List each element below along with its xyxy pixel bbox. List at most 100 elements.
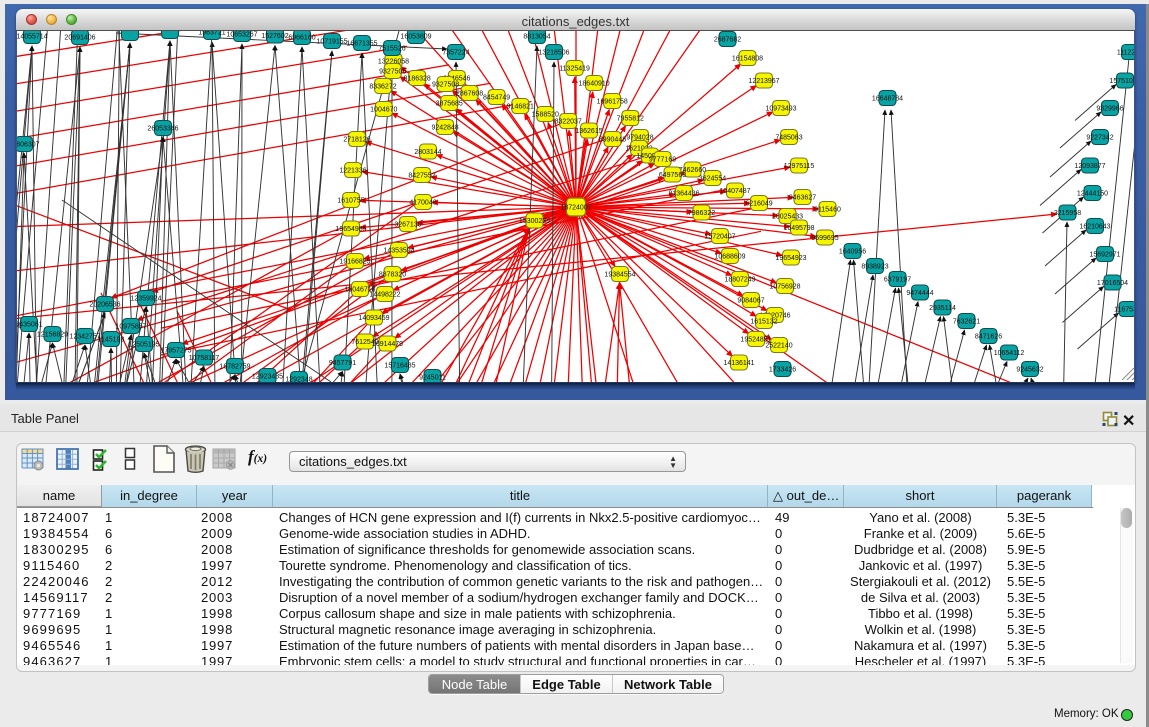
svg-text:17016504: 17016504: [1097, 280, 1128, 287]
svg-text:10719155: 10719155: [316, 38, 347, 45]
svg-text:3624554: 3624554: [699, 175, 726, 182]
svg-text:8322037: 8322037: [555, 118, 582, 125]
svg-text:2935114: 2935114: [929, 305, 956, 312]
svg-text:1145193: 1145193: [98, 336, 125, 343]
svg-text:8471626: 8471626: [975, 333, 1002, 340]
svg-text:16671355: 16671355: [346, 40, 377, 47]
svg-text:2803144: 2803144: [414, 149, 441, 156]
svg-text:6966160: 6966160: [288, 34, 315, 41]
svg-text:10756928: 10756928: [769, 283, 800, 290]
svg-text:9245632: 9245632: [1016, 366, 1043, 373]
svg-text:14498222: 14498222: [369, 291, 400, 298]
svg-text:16648784: 16648784: [872, 95, 903, 102]
svg-text:1733426: 1733426: [769, 366, 796, 373]
svg-text:16961758: 16961758: [597, 98, 628, 105]
svg-text:1292348: 1292348: [285, 376, 312, 382]
svg-text:9699695: 9699695: [811, 235, 838, 242]
svg-text:7955812: 7955812: [617, 115, 644, 122]
svg-text:9242848: 9242848: [431, 124, 458, 131]
svg-text:14353594: 14353594: [383, 247, 414, 254]
svg-text:3875685: 3875685: [436, 100, 463, 107]
svg-text:9245011: 9245011: [419, 374, 446, 381]
svg-text:12444150: 12444150: [1077, 190, 1108, 197]
svg-text:8813054: 8813054: [523, 33, 550, 40]
svg-text:10653267: 10653267: [226, 31, 257, 38]
svg-text:7485063: 7485063: [775, 134, 802, 141]
svg-text:1004670: 1004670: [370, 106, 397, 113]
svg-text:8878320: 8878320: [379, 271, 406, 278]
svg-text:14055714: 14055714: [17, 33, 48, 40]
svg-text:9327505: 9327505: [379, 68, 406, 75]
svg-text:15300235: 15300235: [519, 218, 550, 225]
svg-text:16782759: 16782759: [219, 363, 250, 370]
svg-text:12342757: 12342757: [69, 333, 100, 340]
svg-text:2687682: 2687682: [714, 36, 741, 43]
svg-text:10654112: 10654112: [994, 350, 1025, 357]
svg-text:14136141: 14136141: [723, 360, 754, 367]
svg-text:2522140: 2522140: [765, 342, 792, 349]
svg-text:10407487: 10407487: [719, 188, 750, 195]
svg-text:8186328: 8186328: [404, 75, 431, 82]
svg-text:18724007: 18724007: [560, 205, 591, 212]
svg-text:9474444: 9474444: [906, 290, 933, 297]
svg-text:20206536: 20206536: [89, 301, 120, 308]
svg-text:8938923: 8938923: [861, 263, 888, 270]
svg-text:9227342: 9227342: [1086, 134, 1113, 141]
svg-text:8427552: 8427552: [408, 172, 435, 179]
svg-text:3215958: 3215958: [1054, 210, 1081, 217]
svg-text:9777169: 9777169: [649, 156, 676, 163]
svg-text:8393061: 8393061: [17, 322, 22, 329]
svg-text:9329966: 9329966: [1096, 105, 1123, 112]
svg-text:19654985: 19654985: [335, 226, 366, 233]
svg-text:16495798: 16495798: [783, 225, 814, 232]
svg-text:12975115: 12975115: [784, 163, 815, 170]
svg-text:19654923: 19654923: [775, 255, 806, 262]
svg-text:15720407: 15720407: [704, 233, 735, 240]
svg-text:15751074: 15751074: [1109, 78, 1135, 85]
svg-text:12213967: 12213967: [748, 78, 779, 85]
svg-text:10688609: 10688609: [714, 253, 745, 260]
svg-text:6216049: 6216049: [745, 200, 772, 207]
svg-text:8336272: 8336272: [369, 83, 396, 90]
svg-text:10973493: 10973493: [765, 105, 796, 112]
svg-text:6497568: 6497568: [659, 172, 686, 179]
svg-text:2718126: 2718126: [343, 136, 370, 143]
svg-text:21806307: 21806307: [17, 141, 40, 148]
svg-text:12359924: 12359924: [130, 295, 161, 302]
svg-text:1615132: 1615132: [750, 318, 777, 325]
svg-text:26053346: 26053346: [147, 125, 178, 132]
svg-text:7632621: 7632621: [953, 318, 980, 325]
svg-text:1588520: 1588520: [532, 111, 559, 118]
svg-text:1362615: 1362615: [575, 128, 602, 135]
svg-text:2867608: 2867608: [456, 90, 483, 97]
svg-text:8990448: 8990448: [599, 136, 626, 143]
svg-text:10025433: 10025433: [772, 213, 803, 220]
svg-text:4170046: 4170046: [409, 199, 436, 206]
svg-text:16154808: 16154808: [732, 55, 763, 62]
svg-text:18807249: 18807249: [724, 276, 755, 283]
svg-text:19166825: 19166825: [339, 258, 370, 265]
svg-text:17957275: 17957275: [160, 347, 191, 354]
svg-text:20691406: 20691406: [64, 34, 95, 41]
svg-text:1112254: 1112254: [1117, 49, 1135, 56]
svg-text:7357224: 7357224: [442, 49, 469, 56]
svg-text:12156829: 12156829: [37, 331, 68, 338]
svg-text:9463627: 9463627: [789, 194, 816, 201]
svg-text:10975857: 10975857: [115, 323, 146, 330]
svg-text:13218506: 13218506: [538, 49, 569, 56]
svg-text:15692971: 15692971: [1089, 251, 1120, 258]
svg-text:1963721: 1963721: [198, 31, 225, 36]
svg-text:1167537: 1167537: [1114, 306, 1135, 313]
svg-text:1610755: 1610755: [337, 197, 364, 204]
svg-text:7986322: 7986322: [688, 210, 715, 217]
svg-text:10758117: 10758117: [189, 355, 220, 362]
svg-text:9327508: 9327508: [432, 81, 459, 88]
svg-text:19384554: 19384554: [604, 271, 635, 278]
svg-text:1640956: 1640956: [839, 248, 866, 255]
svg-text:15716485: 15716485: [384, 362, 415, 369]
svg-text:18640910: 18640910: [579, 80, 610, 87]
svg-text:9457791: 9457791: [329, 360, 356, 367]
svg-text:14093459: 14093459: [358, 315, 389, 322]
svg-text:16210643: 16210643: [1079, 223, 1110, 230]
svg-text:12923485: 12923485: [252, 373, 283, 380]
